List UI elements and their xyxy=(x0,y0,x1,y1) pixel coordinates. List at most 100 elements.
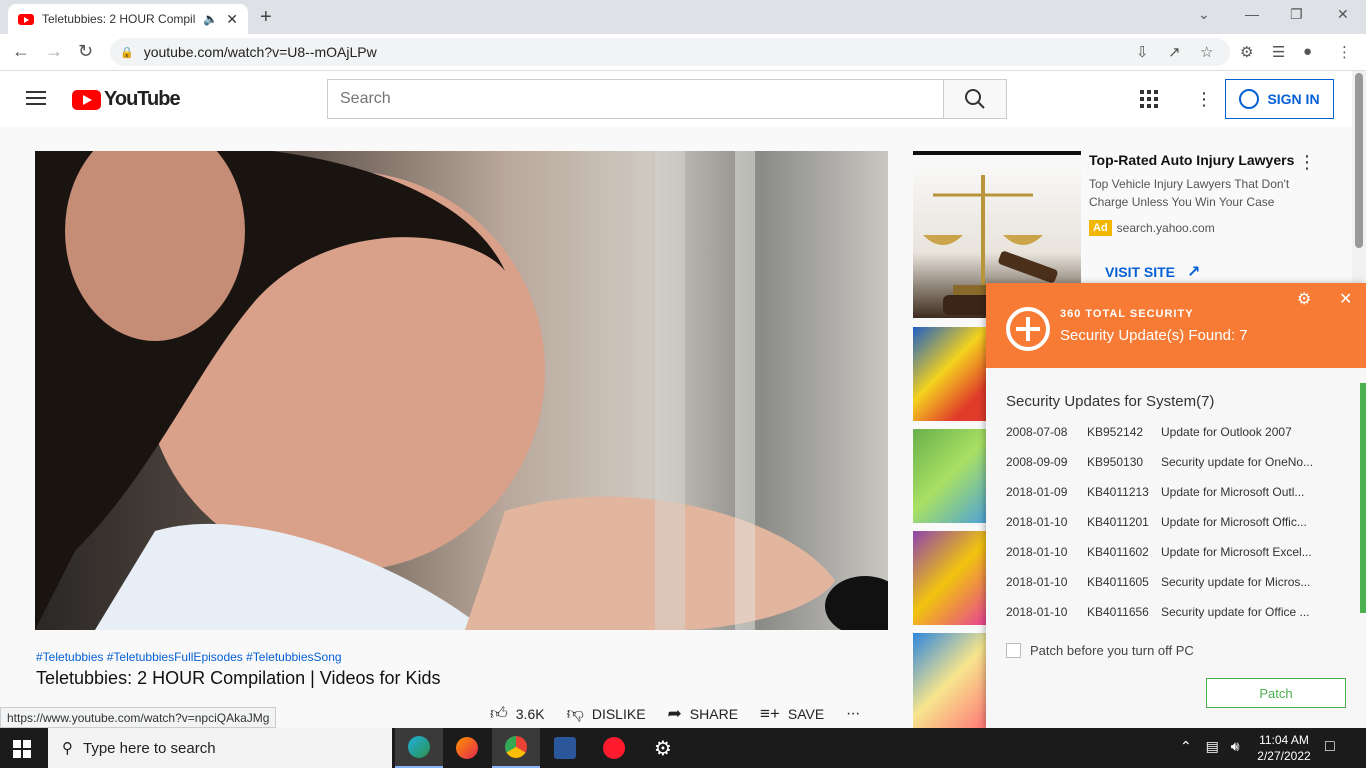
patch-checkbox-label: Patch before you turn off PC xyxy=(1030,643,1194,658)
taskbar-search-box[interactable]: ⚲ Type here to search xyxy=(48,728,392,768)
update-row: 2018-01-10 KB4011656 Security update for O… xyxy=(1006,605,1326,619)
recommended-video-thumbnail[interactable] xyxy=(913,531,986,625)
update-kb: KB4011213 xyxy=(1087,485,1149,499)
address-bar[interactable]: 🔒 youtube.com/watch?v=U8--mOAjLPw xyxy=(110,38,1230,66)
search-input[interactable] xyxy=(327,79,944,119)
volume-icon[interactable]: 🔊︎ xyxy=(1231,738,1240,754)
thumbs-down-icon: 👎︎ xyxy=(566,704,584,723)
search-button[interactable] xyxy=(943,79,1007,119)
close-icon[interactable]: ✕ xyxy=(1339,289,1352,309)
lock-icon[interactable]: 🔒 xyxy=(120,46,134,59)
update-kb: KB4011602 xyxy=(1087,545,1149,559)
update-kb: KB4011656 xyxy=(1087,605,1149,619)
clock-time: 11:04 AM xyxy=(1259,733,1309,747)
profile-icon[interactable]: ● xyxy=(1303,43,1312,60)
new-tab-button[interactable]: + xyxy=(260,6,272,29)
back-icon[interactable]: ← xyxy=(12,41,30,62)
update-date: 2018-01-10 xyxy=(1006,545,1068,559)
video-player[interactable] xyxy=(35,151,888,630)
update-row: 2018-01-09 KB4011213 Update for Microsoft … xyxy=(1006,485,1326,499)
updates-found-text: Security Update(s) Found: 7 xyxy=(1060,327,1248,344)
install-icon[interactable]: ⇩ xyxy=(1136,43,1149,61)
windows-start-icon[interactable] xyxy=(13,740,31,758)
ad-more-icon[interactable]: ⋮ xyxy=(1298,152,1316,173)
more-dots-icon: ⋯ xyxy=(846,705,861,721)
youtube-logo[interactable]: YouTube xyxy=(72,88,181,111)
update-date: 2008-09-09 xyxy=(1006,455,1068,469)
gear-icon[interactable]: ⚙ xyxy=(1297,289,1311,309)
bookmark-star-icon[interactable]: ☆ xyxy=(1200,43,1213,61)
opera-taskbar-button[interactable] xyxy=(590,728,638,768)
update-date: 2008-07-08 xyxy=(1006,425,1068,439)
video-actions: 👍︎ 3.6K 👎︎ DISLIKE ➦ SHARE ≡+ SAVE ⋯ xyxy=(490,703,882,724)
extensions-icon[interactable]: ⚙ xyxy=(1240,43,1253,61)
show-hidden-icons-icon[interactable]: ⌃ xyxy=(1180,738,1192,754)
sign-in-label: SIGN IN xyxy=(1267,91,1320,107)
restore-button[interactable]: ❐ xyxy=(1290,6,1303,23)
more-actions-button[interactable]: ⋯ xyxy=(846,705,860,722)
external-link-icon: ↗ xyxy=(1187,264,1201,281)
share-arrow-icon: ➦ xyxy=(667,703,682,723)
media-control-icon[interactable]: ☰ xyxy=(1272,43,1285,61)
visit-site-button[interactable]: VISIT SITE ↗ xyxy=(1105,262,1200,282)
sign-in-button[interactable]: SIGN IN xyxy=(1225,79,1334,119)
update-date: 2018-01-10 xyxy=(1006,575,1068,589)
update-row: 2018-01-10 KB4011602 Update for Microsoft … xyxy=(1006,545,1326,559)
security-brand: 360 TOTAL SECURITY xyxy=(1060,308,1194,320)
360-plus-logo-icon xyxy=(1006,307,1050,351)
update-title: Security update for Micros... xyxy=(1161,575,1311,589)
browser-menu-icon[interactable]: ⋮ xyxy=(1337,43,1352,61)
settings-taskbar-button[interactable]: ⚙ xyxy=(639,728,687,768)
update-title: Update for Microsoft Offic... xyxy=(1161,515,1307,529)
tab-search-icon[interactable]: ⌄ xyxy=(1198,6,1210,23)
recommended-video-thumbnail[interactable] xyxy=(913,633,986,728)
popup-scrollbar[interactable] xyxy=(1360,383,1366,613)
word-taskbar-button[interactable] xyxy=(541,728,589,768)
reload-icon[interactable]: ↻ xyxy=(78,41,93,62)
update-title: Security update for Office ... xyxy=(1161,605,1310,619)
clock-date: 2/27/2022 xyxy=(1257,749,1311,763)
chrome-taskbar-button[interactable] xyxy=(492,728,540,768)
security-popup: 360 TOTAL SECURITY Security Update(s) Fo… xyxy=(986,283,1366,728)
ad-title[interactable]: Top-Rated Auto Injury Lawyers xyxy=(1089,152,1294,168)
taskbar-search-placeholder: Type here to search xyxy=(83,739,216,757)
save-label: SAVE xyxy=(787,705,825,722)
taskbar-clock[interactable]: 11:04 AM 2/27/2022 xyxy=(1252,732,1316,764)
apps-grid-icon[interactable] xyxy=(1140,90,1158,108)
ad-description: Top Vehicle Injury Lawyers That Don't Ch… xyxy=(1089,177,1290,209)
patch-button[interactable]: Patch xyxy=(1206,678,1346,708)
recommended-video-thumbnail[interactable] xyxy=(913,327,986,421)
speaker-icon[interactable]: 🔈 xyxy=(203,12,218,26)
update-date: 2018-01-09 xyxy=(1006,485,1068,499)
video-hashtags[interactable]: #Teletubbies #TeletubbiesFullEpisodes #T… xyxy=(36,650,342,664)
update-kb: KB952142 xyxy=(1087,425,1144,439)
settings-more-icon[interactable]: ⋮ xyxy=(1195,89,1213,110)
share-icon[interactable]: ↗ xyxy=(1168,43,1181,61)
scrollbar-thumb[interactable] xyxy=(1355,73,1363,248)
forward-icon[interactable]: → xyxy=(45,41,63,62)
update-kb: KB4011201 xyxy=(1087,515,1149,529)
close-window-button[interactable]: ✕ xyxy=(1337,6,1349,23)
hamburger-menu-icon[interactable] xyxy=(26,91,46,105)
checkbox-box[interactable] xyxy=(1006,643,1021,658)
firefox-taskbar-button[interactable] xyxy=(443,728,491,768)
browser-tab-bar: Teletubbies: 2 HOUR Compil 🔈 ✕ + ⌄ — ❐ ✕ xyxy=(0,0,1366,34)
notification-icon[interactable]: □ xyxy=(1325,738,1335,756)
recommended-video-thumbnail[interactable] xyxy=(913,429,986,523)
ad-domain: search.yahoo.com xyxy=(1116,221,1215,235)
edge-taskbar-button[interactable] xyxy=(395,728,443,768)
patch-before-shutdown-checkbox[interactable]: Patch before you turn off PC xyxy=(1006,643,1194,658)
minimize-button[interactable]: — xyxy=(1245,6,1259,22)
browser-toolbar: ← → ↻ 🔒 youtube.com/watch?v=U8--mOAjLPw … xyxy=(0,34,1366,71)
like-button[interactable]: 👍︎ 3.6K xyxy=(490,703,545,724)
update-title: Security update for OneNo... xyxy=(1161,455,1314,469)
close-tab-icon[interactable]: ✕ xyxy=(226,11,238,28)
save-button[interactable]: ≡+ SAVE xyxy=(760,704,824,724)
update-title: Update for Outlook 2007 xyxy=(1161,425,1292,439)
dislike-button[interactable]: 👎︎ DISLIKE xyxy=(567,703,646,724)
ad-source: Ad search.yahoo.com xyxy=(1089,220,1215,236)
share-button[interactable]: ➦ SHARE xyxy=(668,704,738,724)
browser-tab[interactable]: Teletubbies: 2 HOUR Compil 🔈 ✕ xyxy=(8,4,248,34)
system-tray[interactable]: ⌃ ▤ 🔊︎ xyxy=(1180,738,1240,755)
network-icon[interactable]: ▤ xyxy=(1206,738,1219,754)
